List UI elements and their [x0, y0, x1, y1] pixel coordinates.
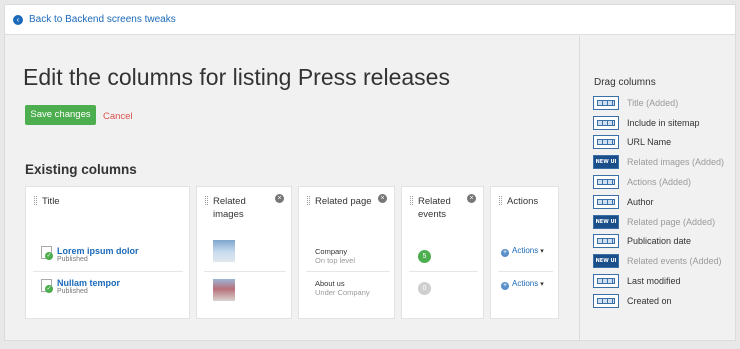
- column-icon: [593, 95, 619, 110]
- main-content: Edit the columns for listing Press relea…: [5, 36, 579, 340]
- column-icon: [593, 274, 619, 289]
- image-thumbnail: [213, 240, 235, 262]
- cancel-button[interactable]: Cancel: [103, 111, 133, 122]
- draggable-column-title[interactable]: Title (Added): [593, 93, 724, 113]
- sidebar-title: Drag columns: [594, 77, 656, 88]
- related-page-location: On top level: [315, 256, 356, 265]
- plus-icon: +: [501, 282, 509, 290]
- draggable-column-label: Related events (Added): [627, 256, 722, 267]
- published-check-icon: ✓: [45, 252, 53, 260]
- column-actions[interactable]: Actions + Actions ▾ + Actions ▾: [490, 186, 559, 319]
- draggable-column-related-images[interactable]: NEW UI Related images (Added): [593, 152, 724, 172]
- new-ui-column-icon: NEW UI: [593, 214, 619, 229]
- draggable-column-label: Include in sitemap: [627, 117, 700, 128]
- actions-menu-button[interactable]: + Actions ▾: [501, 246, 544, 257]
- draggable-column-label: Publication date: [627, 236, 692, 247]
- draggable-column-created-on[interactable]: Created on: [593, 291, 724, 311]
- column-title[interactable]: Title ✓ Lorem ipsum dolor Published ✓ Nu…: [25, 186, 190, 319]
- event-count-badge: 5: [418, 250, 431, 263]
- actions-menu-button[interactable]: + Actions ▾: [501, 279, 544, 290]
- column-related-images[interactable]: Related images ×: [196, 186, 292, 319]
- drag-handle-icon[interactable]: [410, 196, 413, 205]
- column-related-page[interactable]: Related page × Company On top level Abou…: [298, 186, 395, 319]
- page-title: Edit the columns for listing Press relea…: [23, 64, 450, 90]
- draggable-column-publication-date[interactable]: Publication date: [593, 232, 724, 252]
- column-icon: [593, 175, 619, 190]
- draggable-column-author[interactable]: Author: [593, 192, 724, 212]
- column-header: Related page: [315, 196, 372, 207]
- draggable-column-label: Last modified: [627, 276, 681, 287]
- draggable-column-label: Title (Added): [627, 97, 679, 108]
- draggable-column-related-events[interactable]: NEW UI Related events (Added): [593, 251, 724, 271]
- draggable-column-last-modified[interactable]: Last modified: [593, 271, 724, 291]
- top-bar: ‹ Back to Backend screens tweaks: [5, 5, 735, 35]
- draggable-column-list: Title (Added) Include in sitemap URL Nam…: [593, 93, 724, 311]
- item-status: Published: [57, 256, 88, 263]
- draggable-column-label: URL Name: [627, 137, 672, 148]
- new-ui-column-icon: NEW UI: [593, 254, 619, 269]
- column-related-events[interactable]: Related events × 5 0: [401, 186, 484, 319]
- draggable-column-actions[interactable]: Actions (Added): [593, 172, 724, 192]
- remove-column-icon[interactable]: ×: [378, 194, 387, 203]
- draggable-column-label: Author: [627, 196, 654, 207]
- related-page-name: Company: [315, 247, 348, 256]
- drag-handle-icon[interactable]: [499, 196, 502, 205]
- app-frame: ‹ Back to Backend screens tweaks Edit th…: [4, 4, 736, 341]
- document-icon: ✓: [41, 246, 53, 260]
- related-page-name: About us: [315, 279, 345, 288]
- item-status: Published: [57, 288, 88, 295]
- column-icon: [593, 293, 619, 308]
- draggable-column-include-in-sitemap[interactable]: Include in sitemap: [593, 113, 724, 133]
- section-title: Existing columns: [25, 162, 137, 177]
- drag-handle-icon[interactable]: [307, 196, 310, 205]
- drag-handle-icon[interactable]: [34, 196, 37, 205]
- draggable-column-url-name[interactable]: URL Name: [593, 133, 724, 153]
- column-header: Related images: [213, 196, 246, 220]
- drag-handle-icon[interactable]: [205, 196, 208, 205]
- row-divider: [33, 271, 183, 272]
- column-header: Related events: [418, 196, 451, 220]
- drag-columns-sidebar: Drag columns Title (Added) Include in si…: [579, 36, 735, 340]
- row-divider: [409, 271, 478, 272]
- chevron-down-icon: ▾: [540, 281, 544, 288]
- event-count-badge: 0: [418, 282, 431, 295]
- column-icon: [593, 234, 619, 249]
- remove-column-icon[interactable]: ×: [275, 194, 284, 203]
- document-icon: ✓: [41, 279, 53, 293]
- column-icon: [593, 194, 619, 209]
- actions-label: Actions: [512, 246, 539, 255]
- column-icon: [593, 135, 619, 150]
- save-button[interactable]: Save changes: [25, 105, 96, 125]
- back-arrow-icon[interactable]: ‹: [13, 14, 23, 25]
- related-page-location: Under Company: [315, 288, 370, 297]
- image-thumbnail: [213, 279, 235, 301]
- row-divider: [204, 271, 286, 272]
- plus-icon: +: [501, 249, 509, 257]
- row-divider: [498, 271, 553, 272]
- remove-column-icon[interactable]: ×: [467, 194, 476, 203]
- item-title-link[interactable]: Nullam tempor: [57, 278, 120, 288]
- draggable-column-label: Related images (Added): [627, 157, 725, 168]
- item-title-link[interactable]: Lorem ipsum dolor: [57, 246, 139, 256]
- column-header: Title: [42, 196, 60, 207]
- chevron-down-icon: ▾: [540, 248, 544, 255]
- actions-label: Actions: [512, 279, 539, 288]
- back-link[interactable]: Back to Backend screens tweaks: [29, 14, 176, 25]
- row-divider: [306, 271, 390, 272]
- new-ui-column-icon: NEW UI: [593, 155, 619, 170]
- draggable-column-label: Actions (Added): [627, 177, 692, 188]
- column-header: Actions: [507, 196, 539, 207]
- column-icon: [593, 115, 619, 130]
- draggable-column-related-page[interactable]: NEW UI Related page (Added): [593, 212, 724, 232]
- published-check-icon: ✓: [45, 285, 53, 293]
- draggable-column-label: Related page (Added): [627, 216, 716, 227]
- draggable-column-label: Created on: [627, 295, 672, 306]
